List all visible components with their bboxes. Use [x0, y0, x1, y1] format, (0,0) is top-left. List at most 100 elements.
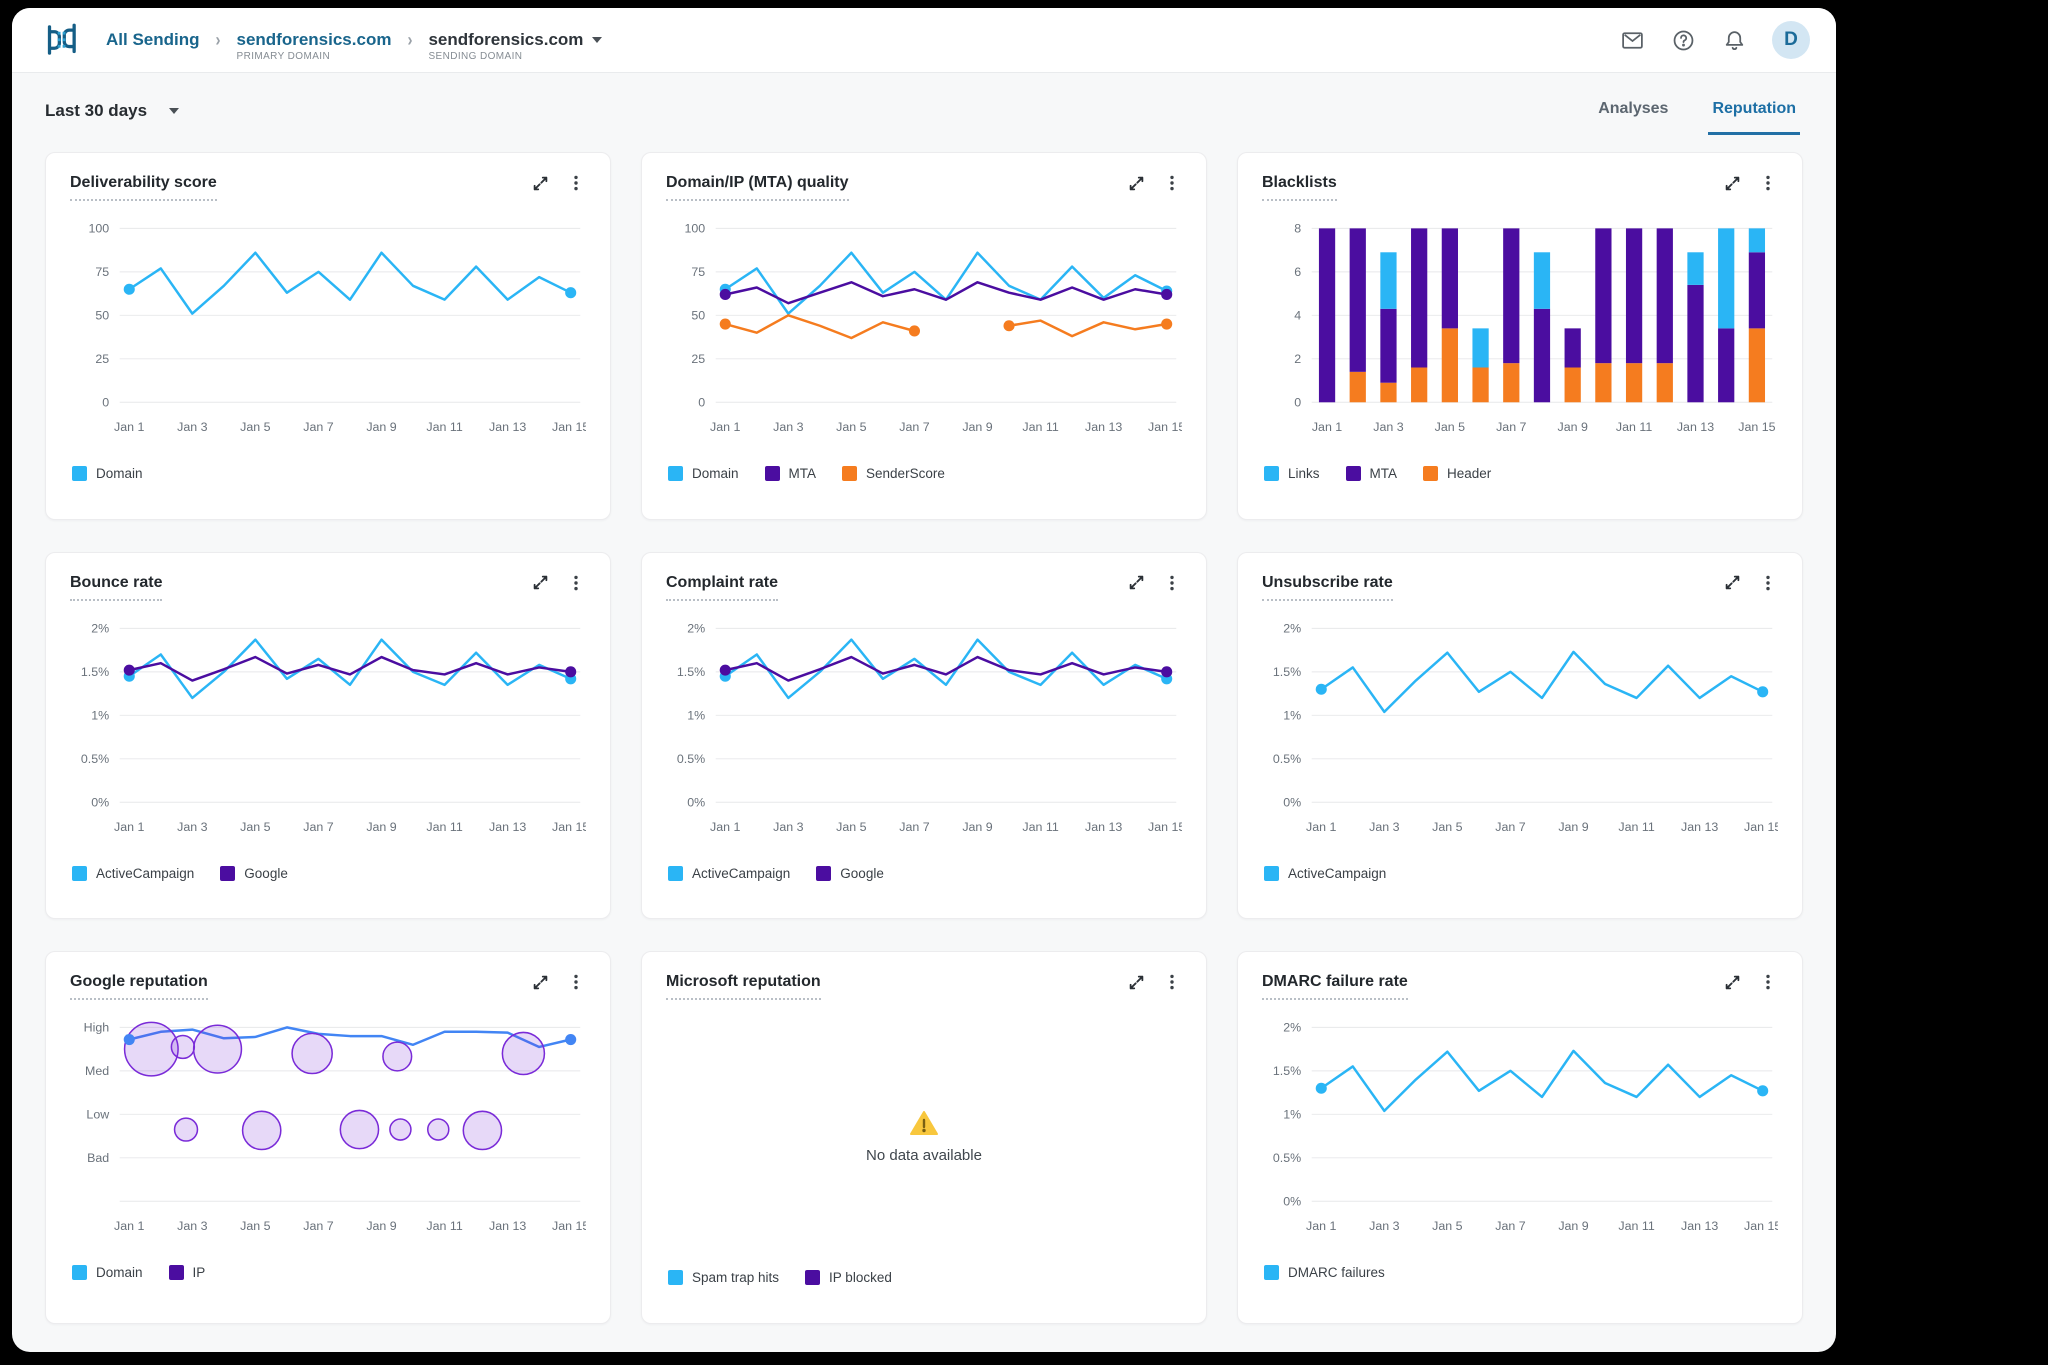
svg-text:1.5%: 1.5%: [677, 665, 705, 679]
chart-unsubscribe-rate: 2%1.5%1%0.5%0%Jan 1Jan 3Jan 5Jan 7Jan 9J…: [1262, 615, 1778, 854]
sending-domain-link[interactable]: sendforensics.com: [428, 30, 583, 50]
card-title: DMARC failure rate: [1262, 972, 1408, 1000]
svg-text:Jan 11: Jan 11: [1618, 820, 1654, 834]
legend-swatch: [816, 866, 831, 881]
help-icon[interactable]: [1670, 27, 1696, 53]
chart-deliverability-score: 1007550250Jan 1Jan 3Jan 5Jan 7Jan 9Jan 1…: [70, 215, 586, 454]
chevron-down-icon[interactable]: [592, 37, 602, 43]
svg-text:Jan 1: Jan 1: [1306, 820, 1336, 834]
svg-text:Jan 15: Jan 15: [1744, 1219, 1778, 1233]
date-range-picker[interactable]: Last 30 days: [45, 101, 179, 121]
legend-label: SenderScore: [866, 466, 945, 481]
chart-google-reputation: HighMedLowBadJan 1Jan 3Jan 5Jan 7Jan 9Ja…: [70, 1014, 586, 1253]
svg-text:Jan 5: Jan 5: [836, 420, 866, 434]
mail-icon[interactable]: [1619, 27, 1645, 53]
legend-item: ActiveCampaign: [668, 866, 790, 881]
svg-text:Jan 15: Jan 15: [1738, 420, 1775, 434]
card-title: Domain/IP (MTA) quality: [666, 173, 849, 201]
svg-text:Jan 3: Jan 3: [177, 1219, 207, 1233]
expand-icon[interactable]: [1722, 573, 1742, 593]
kebab-menu-icon[interactable]: [566, 573, 586, 593]
svg-text:75: 75: [95, 265, 109, 279]
toolbar: Last 30 days Analyses Reputation: [12, 73, 1836, 146]
tab-analyses[interactable]: Analyses: [1598, 100, 1668, 122]
primary-domain-link[interactable]: sendforensics.com: [237, 30, 392, 50]
legend-swatch: [169, 1265, 184, 1280]
expand-icon[interactable]: [1126, 972, 1146, 992]
svg-text:Jan 3: Jan 3: [1369, 820, 1399, 834]
svg-text:Low: Low: [86, 1108, 109, 1122]
svg-text:Jan 7: Jan 7: [1495, 1219, 1525, 1233]
svg-text:Jan 1: Jan 1: [114, 1219, 144, 1233]
tabs: Analyses Reputation: [1598, 100, 1796, 122]
svg-text:50: 50: [95, 309, 109, 323]
svg-text:Jan 7: Jan 7: [1496, 420, 1526, 434]
svg-text:Jan 9: Jan 9: [366, 1219, 396, 1233]
expand-icon[interactable]: [1126, 573, 1146, 593]
svg-text:2%: 2%: [1283, 1021, 1301, 1035]
card-title: Complaint rate: [666, 573, 778, 601]
card-bounce-rate: Bounce rate 2%1.5%1%0.5%0%Jan 1Jan 3Jan …: [45, 552, 611, 920]
legend-swatch: [1264, 1265, 1279, 1280]
kebab-menu-icon[interactable]: [1758, 972, 1778, 992]
svg-text:1%: 1%: [91, 708, 109, 722]
legend-item: SenderScore: [842, 466, 945, 481]
avatar[interactable]: D: [1772, 21, 1810, 59]
svg-text:Jan 13: Jan 13: [1681, 820, 1718, 834]
legend-label: ActiveCampaign: [96, 866, 194, 881]
svg-text:Jan 5: Jan 5: [240, 820, 270, 834]
legend-swatch: [1423, 466, 1438, 481]
legend-label: DMARC failures: [1288, 1265, 1385, 1280]
sendforensics-logo[interactable]: [38, 18, 84, 62]
kebab-menu-icon[interactable]: [1758, 173, 1778, 193]
svg-text:Jan 9: Jan 9: [962, 820, 992, 834]
expand-icon[interactable]: [1126, 173, 1146, 193]
card-title: Blacklists: [1262, 173, 1337, 201]
svg-text:Jan 3: Jan 3: [1369, 1219, 1399, 1233]
svg-text:0%: 0%: [91, 795, 109, 809]
svg-text:Jan 11: Jan 11: [426, 420, 462, 434]
svg-text:Jan 5: Jan 5: [836, 820, 866, 834]
kebab-menu-icon[interactable]: [566, 173, 586, 193]
svg-text:75: 75: [691, 265, 705, 279]
legend-label: MTA: [1370, 466, 1398, 481]
svg-text:Jan 13: Jan 13: [1085, 820, 1122, 834]
expand-icon[interactable]: [530, 573, 550, 593]
kebab-menu-icon[interactable]: [566, 972, 586, 992]
expand-icon[interactable]: [530, 173, 550, 193]
svg-text:Jan 1: Jan 1: [114, 820, 144, 834]
svg-text:0.5%: 0.5%: [1273, 752, 1301, 766]
tab-reputation[interactable]: Reputation: [1712, 100, 1796, 122]
chart-legend: DomainIP: [70, 1259, 586, 1288]
expand-icon[interactable]: [530, 972, 550, 992]
legend-label: Google: [244, 866, 288, 881]
all-sending-link[interactable]: All Sending: [106, 30, 200, 50]
svg-text:1.5%: 1.5%: [81, 665, 109, 679]
notifications-icon[interactable]: [1721, 27, 1747, 53]
app-header: All Sending › sendforensics.com PRIMARY …: [12, 8, 1836, 73]
svg-text:100: 100: [88, 222, 109, 236]
svg-text:Jan 13: Jan 13: [489, 1219, 526, 1233]
breadcrumb-all-sending[interactable]: All Sending: [106, 30, 200, 50]
svg-text:Jan 11: Jan 11: [426, 1219, 462, 1233]
chart-legend: Spam trap hitsIP blocked: [666, 1264, 1182, 1293]
legend-item: Links: [1264, 466, 1320, 481]
date-range-label: Last 30 days: [45, 101, 147, 121]
legend-label: Google: [840, 866, 884, 881]
expand-icon[interactable]: [1722, 972, 1742, 992]
kebab-menu-icon[interactable]: [1758, 573, 1778, 593]
svg-text:Jan 7: Jan 7: [303, 820, 333, 834]
chart-dmarc-failure-rate: 2%1.5%1%0.5%0%Jan 1Jan 3Jan 5Jan 7Jan 9J…: [1262, 1014, 1778, 1253]
svg-text:Jan 3: Jan 3: [1373, 420, 1403, 434]
chart-legend: DMARC failures: [1262, 1259, 1778, 1288]
breadcrumb-sending-domain[interactable]: sendforensics.com SENDING DOMAIN: [428, 30, 602, 50]
kebab-menu-icon[interactable]: [1162, 573, 1182, 593]
chart-legend: ActiveCampaign Google: [70, 860, 586, 889]
no-data-message: No data available: [866, 1147, 982, 1164]
legend-item: Google: [816, 866, 884, 881]
kebab-menu-icon[interactable]: [1162, 173, 1182, 193]
svg-text:Jan 7: Jan 7: [899, 420, 929, 434]
kebab-menu-icon[interactable]: [1162, 972, 1182, 992]
expand-icon[interactable]: [1722, 173, 1742, 193]
breadcrumb-primary-domain[interactable]: sendforensics.com PRIMARY DOMAIN: [237, 30, 392, 50]
